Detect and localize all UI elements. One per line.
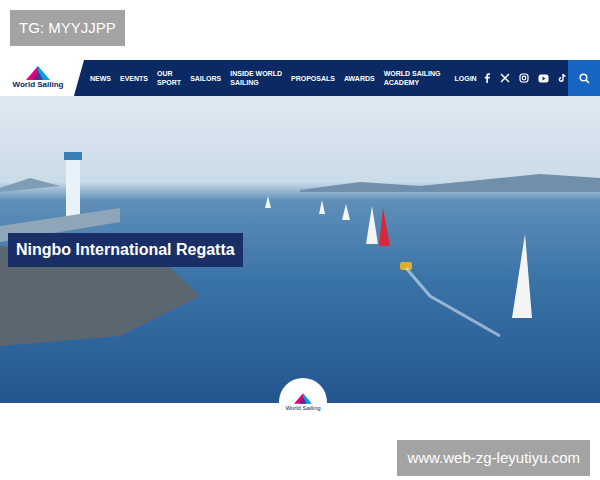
watermark-top: TG: MYYJJPP <box>10 10 125 46</box>
instagram-icon[interactable] <box>519 73 529 83</box>
logo[interactable]: World Sailing <box>0 60 84 96</box>
nav-item[interactable]: SAILORS <box>190 74 221 83</box>
login-link[interactable]: LOGIN <box>454 74 476 83</box>
nav-item[interactable]: PROPOSALS <box>291 74 335 83</box>
watermark-bottom: www.web-zg-leyutiyu.com <box>397 440 590 476</box>
social-links <box>483 73 567 83</box>
logo-icon <box>26 66 50 80</box>
nav-item[interactable]: EVENTS <box>120 74 148 83</box>
x-icon[interactable] <box>500 73 510 83</box>
badge-logo-icon <box>294 393 312 404</box>
badge-text: World Sailing <box>285 404 320 412</box>
search-icon <box>579 73 590 84</box>
nav-item[interactable]: WORLD SAILING ACADEMY <box>384 69 441 87</box>
caption-text: Ningbo International Regatta <box>16 241 235 258</box>
youtube-icon[interactable] <box>538 74 549 83</box>
nav-item[interactable]: INSIDE WORLD SAILING <box>230 69 282 87</box>
nav-item[interactable]: NEWS <box>90 74 111 83</box>
nav-menu: NEWS EVENTS OUR SPORT SAILORS INSIDE WORLD S… <box>90 69 440 87</box>
watermark-bottom-text: www.web-zg-leyutiyu.com <box>407 449 580 466</box>
nav-bar: World Sailing NEWS EVENTS OUR SPORT SAILORS… <box>0 60 600 96</box>
nav-item[interactable]: OUR SPORT <box>157 69 181 87</box>
logo-text: World Sailing <box>13 80 64 90</box>
hero-image: Ningbo International Regatta <box>0 96 600 403</box>
facebook-icon[interactable] <box>483 73 491 83</box>
hero-caption: Ningbo International Regatta <box>8 233 243 267</box>
tiktok-icon[interactable] <box>558 73 567 83</box>
nav-item[interactable]: AWARDS <box>344 74 375 83</box>
search-button[interactable] <box>568 60 600 96</box>
watermark-top-text: TG: MYYJJPP <box>19 19 116 36</box>
badge-logo[interactable]: World Sailing <box>279 378 327 426</box>
